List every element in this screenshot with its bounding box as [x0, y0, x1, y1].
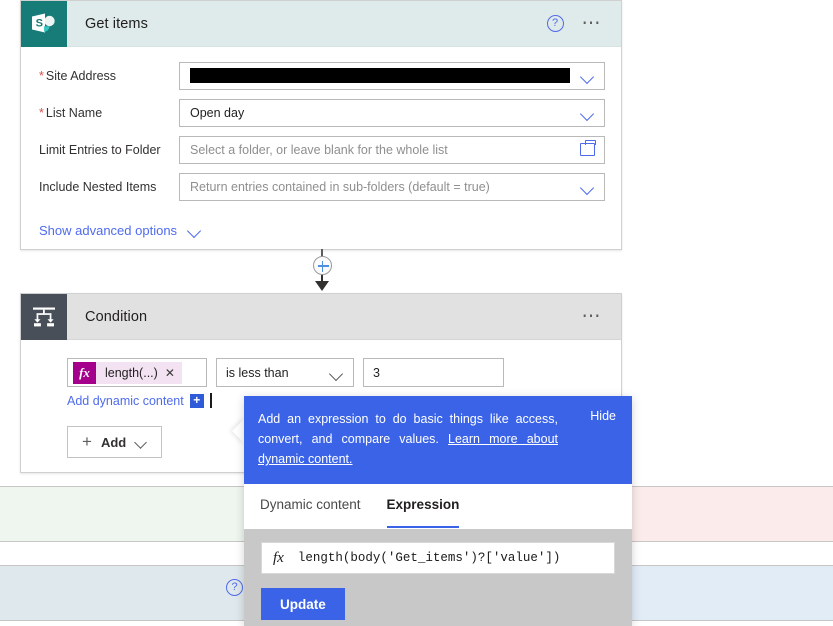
field-row-include-nested-items: Include Nested Items Return entries cont… — [39, 168, 605, 205]
svg-text:S: S — [36, 17, 43, 29]
condition-operator-dropdown[interactable]: is less than — [216, 358, 354, 387]
expression-tip-banner: Add an expression to do basic things lik… — [244, 396, 632, 484]
ellipsis-icon[interactable]: ⋯ — [582, 14, 604, 33]
expression-token-pill[interactable]: fx length(...) ✕ — [73, 361, 182, 384]
flow-connector — [306, 249, 338, 293]
plus-circle-icon[interactable] — [313, 256, 332, 275]
card-body: * Site Address * List Name Open day Limi… — [21, 47, 621, 252]
field-label-list-name: * List Name — [39, 105, 103, 120]
branch-lane-lower-right — [630, 565, 833, 621]
sharepoint-icon: S — [21, 0, 67, 47]
show-advanced-options-link[interactable]: Show advanced options — [39, 223, 201, 238]
text-caret — [209, 393, 212, 408]
expression-input-value: length(body('Get_items')?['value']) — [297, 551, 561, 565]
chevron-down-icon[interactable] — [135, 438, 147, 446]
arrow-down-icon — [315, 281, 329, 291]
flyout-tabs: Dynamic content Expression — [244, 484, 632, 529]
list-name-dropdown[interactable]: Open day — [179, 98, 605, 127]
update-button[interactable]: Update — [261, 588, 345, 620]
condition-expression-row: fx length(...) ✕ is less than 3 — [67, 352, 605, 387]
action-card-get-items: S Get items ? ⋯ * Site Address * List Na… — [20, 0, 622, 250]
card-header-actions: ? ⋯ — [546, 14, 622, 33]
chevron-down-icon[interactable] — [582, 183, 595, 191]
card-header: S Get items ? ⋯ — [21, 0, 622, 47]
condition-operator-value: is less than — [226, 365, 289, 380]
limit-entries-placeholder: Select a folder, or leave blank for the … — [190, 142, 448, 157]
field-row-list-name: * List Name Open day — [39, 94, 605, 131]
card-header-actions: ⋯ — [582, 307, 622, 326]
fx-icon: fx — [73, 361, 96, 384]
branch-lane-if-no — [630, 486, 833, 542]
show-advanced-options-label: Show advanced options — [39, 223, 178, 238]
expression-flyout-panel: Add an expression to do basic things lik… — [244, 396, 632, 626]
redacted-value-bar — [190, 68, 570, 83]
chevron-down-icon[interactable] — [582, 72, 595, 80]
expression-tip-text: Add an expression to do basic things lik… — [258, 409, 558, 469]
chevron-down-icon[interactable] — [331, 369, 344, 377]
plus-icon: + — [82, 432, 92, 451]
close-icon[interactable]: ✕ — [165, 366, 175, 380]
tab-expression[interactable]: Expression — [386, 497, 459, 528]
expression-editor-area: fx length(body('Get_items')?['value']) U… — [244, 529, 632, 626]
field-row-site-address: * Site Address — [39, 57, 605, 94]
condition-right-operand-input[interactable]: 3 — [363, 358, 504, 387]
field-label-include-nested-items: Include Nested Items — [39, 179, 157, 194]
field-label-limit-entries-to-folder: Limit Entries to Folder — [39, 142, 161, 157]
help-circle-icon[interactable]: ? — [546, 15, 564, 32]
condition-branch-icon — [21, 293, 67, 340]
flow-designer-canvas: ? S Get items ? ⋯ * Site Address * List … — [0, 0, 833, 626]
card-header: Condition ⋯ — [21, 293, 622, 340]
limit-entries-to-folder-input[interactable]: Select a folder, or leave blank for the … — [179, 135, 605, 164]
hide-tip-button[interactable]: Hide — [590, 409, 616, 423]
required-asterisk: * — [39, 68, 44, 83]
chevron-down-icon — [188, 226, 201, 235]
list-name-value: Open day — [190, 105, 245, 120]
help-circle-icon[interactable]: ? — [226, 579, 243, 596]
add-dynamic-content-label: Add dynamic content — [67, 393, 184, 408]
field-label-site-address: * Site Address — [39, 68, 117, 83]
expression-token-label: length(...) — [105, 365, 158, 380]
tab-dynamic-content[interactable]: Dynamic content — [260, 497, 361, 528]
card-title: Get items — [85, 15, 148, 32]
required-asterisk: * — [39, 105, 44, 120]
plus-badge-icon[interactable]: + — [189, 393, 204, 408]
site-address-dropdown[interactable] — [179, 61, 605, 90]
expression-input[interactable]: fx length(body('Get_items')?['value']) — [261, 542, 615, 574]
add-button-label: Add — [100, 434, 127, 450]
chevron-down-icon[interactable] — [582, 109, 595, 117]
condition-left-operand[interactable]: fx length(...) ✕ — [67, 358, 207, 387]
include-nested-placeholder: Return entries contained in sub-folders … — [190, 179, 490, 194]
include-nested-items-dropdown[interactable]: Return entries contained in sub-folders … — [179, 172, 605, 201]
field-row-limit-entries-to-folder: Limit Entries to Folder Select a folder,… — [39, 131, 605, 168]
fx-icon: fx — [273, 549, 284, 566]
condition-right-operand-value: 3 — [373, 365, 380, 380]
add-condition-button[interactable]: + Add — [67, 426, 163, 458]
card-title: Condition — [85, 308, 148, 325]
ellipsis-icon[interactable]: ⋯ — [582, 307, 604, 326]
folder-icon[interactable] — [580, 139, 596, 156]
